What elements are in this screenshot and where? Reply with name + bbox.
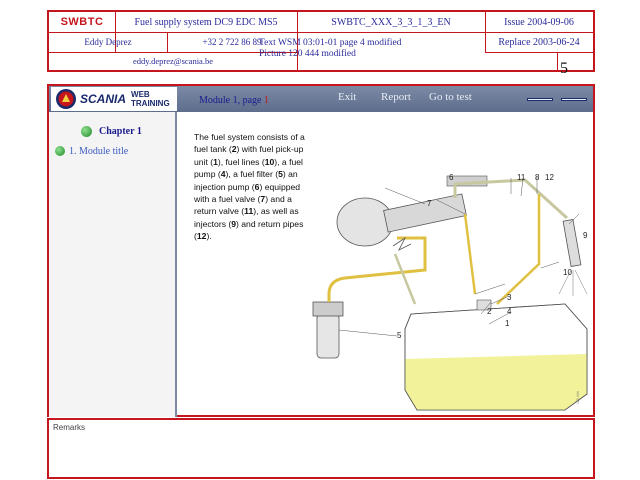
toolbar: SCANIA WEB TRAINING Module 1, page 1 Exi… [49,86,593,112]
sidebar: Chapter 1 1. Module title [49,112,177,417]
chapter-bullet-icon [81,126,92,137]
fuel-system-diagram: 6 11 8 12 7 9 10 4 3 2 1 5 120 444 [312,173,588,411]
injector [562,219,582,267]
description-text: The fuel system consists of a fuel tank … [194,132,305,242]
tank-fuel-level [405,354,587,410]
doc-title: Fuel supply system DC9 EDC MS5 [134,16,278,28]
go-to-test-link[interactable]: Go to test [429,91,472,103]
remarks-box[interactable]: Remarks [47,418,595,479]
label-2: 2 [487,307,492,316]
next-arrow-button[interactable] [561,98,587,101]
page-number: 5 [560,60,568,77]
issue-date: Issue 2004-09-06 [504,16,574,28]
divider [557,52,558,70]
author-name: Eddy Deprez [84,37,132,47]
swbtc-logo: SWBTC [60,16,104,28]
picture-ref: 120 444 [576,391,580,404]
main-panel: SCANIA WEB TRAINING Module 1, page 1 Exi… [47,84,595,417]
training-label: TRAINING [131,99,170,108]
label-11: 11 [517,173,526,182]
module-page: 1 [264,95,269,106]
header-grid: SWBTC Fuel supply system DC9 EDC MS5 SWB… [47,10,595,72]
injection-pump [336,197,394,247]
label-3: 3 [507,293,512,302]
chapter-heading[interactable]: Chapter 1 [99,126,142,137]
return-pipe [496,194,541,305]
module-label: Module 1, page 1 [199,95,269,106]
label-7: 7 [427,199,432,208]
label-9: 9 [583,231,588,240]
label-4: 4 [507,307,512,316]
fuel-filter [316,313,340,359]
label-1: 1 [505,319,510,328]
scania-griffin-icon [56,89,76,109]
author-email[interactable]: eddy.deprez@scania.be [49,52,297,70]
module-title-link[interactable]: 1. Module title [69,146,128,157]
exit-link[interactable]: Exit [338,91,356,103]
scania-wordmark: SCANIA [80,92,127,106]
module-label-text: Module 1, page [199,95,264,106]
prev-arrow-button[interactable] [527,98,553,101]
doc-id: SWBTC_XXX_3_3_1_3_EN [331,16,451,28]
note-text-modified: Text WSM 03:01-01 page 4 modified [259,38,402,48]
label-6: 6 [449,173,454,182]
label-8: 8 [535,173,540,182]
report-link[interactable]: Report [381,91,411,103]
divider [485,52,593,53]
remarks-label: Remarks [53,423,86,432]
label-12: 12 [545,173,554,182]
web-label: WEB [131,90,150,99]
label-10: 10 [563,268,572,277]
scania-logo: SCANIA WEB TRAINING [51,87,177,111]
replace-date: Replace 2003-06-24 [498,36,580,48]
label-5: 5 [397,331,402,340]
smiley-icon [55,146,65,156]
